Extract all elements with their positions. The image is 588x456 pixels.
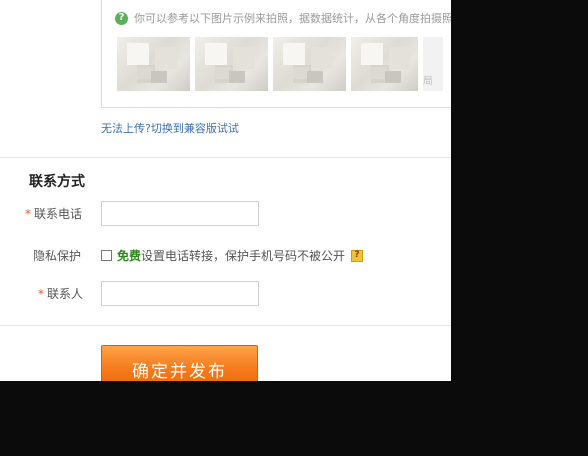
required-mark: *: [25, 207, 31, 221]
example-photo-thumbnail: [117, 37, 190, 91]
privacy-option: 免费 设置电话转接，保护手机号码不被公开 ?: [101, 247, 364, 264]
phone-label-text: 联系电话: [34, 207, 83, 221]
required-mark: *: [38, 287, 44, 301]
publish-form-page: ? 你可以参考以下图片示例来拍照，据数据统计，从各个角度拍摄照片 局 无法上传?…: [0, 0, 451, 381]
phone-input[interactable]: [101, 201, 259, 226]
section-divider: [0, 157, 451, 158]
phone-label: * 联系电话: [25, 205, 82, 222]
example-photo-thumbnail: [351, 37, 418, 91]
example-photo-thumbnail: [273, 37, 346, 91]
photo-example-box: ? 你可以参考以下图片示例来拍照，据数据统计，从各个角度拍摄照片 局: [101, 0, 451, 108]
example-photo-thumbnail-cut: 局: [423, 37, 443, 91]
contact-person-label-text: 联系人: [47, 287, 84, 301]
contact-person-input[interactable]: [101, 281, 259, 306]
question-icon: ?: [115, 11, 128, 25]
privacy-label: 隐私保护: [33, 249, 82, 263]
example-thumbnails: 局: [117, 37, 443, 91]
example-photo-thumbnail: [195, 37, 268, 91]
switch-compatible-upload-link[interactable]: 无法上传?切换到兼容版试试: [101, 120, 239, 136]
privacy-free-text: 免费: [117, 249, 142, 263]
section-divider: [0, 325, 451, 326]
photo-tip: ? 你可以参考以下图片示例来拍照，据数据统计，从各个角度拍摄照片: [115, 10, 451, 26]
contact-section-title: 联系方式: [29, 174, 85, 190]
contact-person-label: * 联系人: [38, 285, 83, 302]
help-icon[interactable]: ?: [351, 249, 364, 262]
submit-publish-button[interactable]: 确定并发布: [101, 345, 258, 381]
thumbnail-caption: 局: [423, 76, 433, 87]
privacy-checkbox[interactable]: [101, 250, 112, 261]
photo-tip-text: 你可以参考以下图片示例来拍照，据数据统计，从各个角度拍摄照片: [134, 12, 451, 25]
privacy-description: 设置电话转接，保护手机号码不被公开: [141, 249, 346, 263]
